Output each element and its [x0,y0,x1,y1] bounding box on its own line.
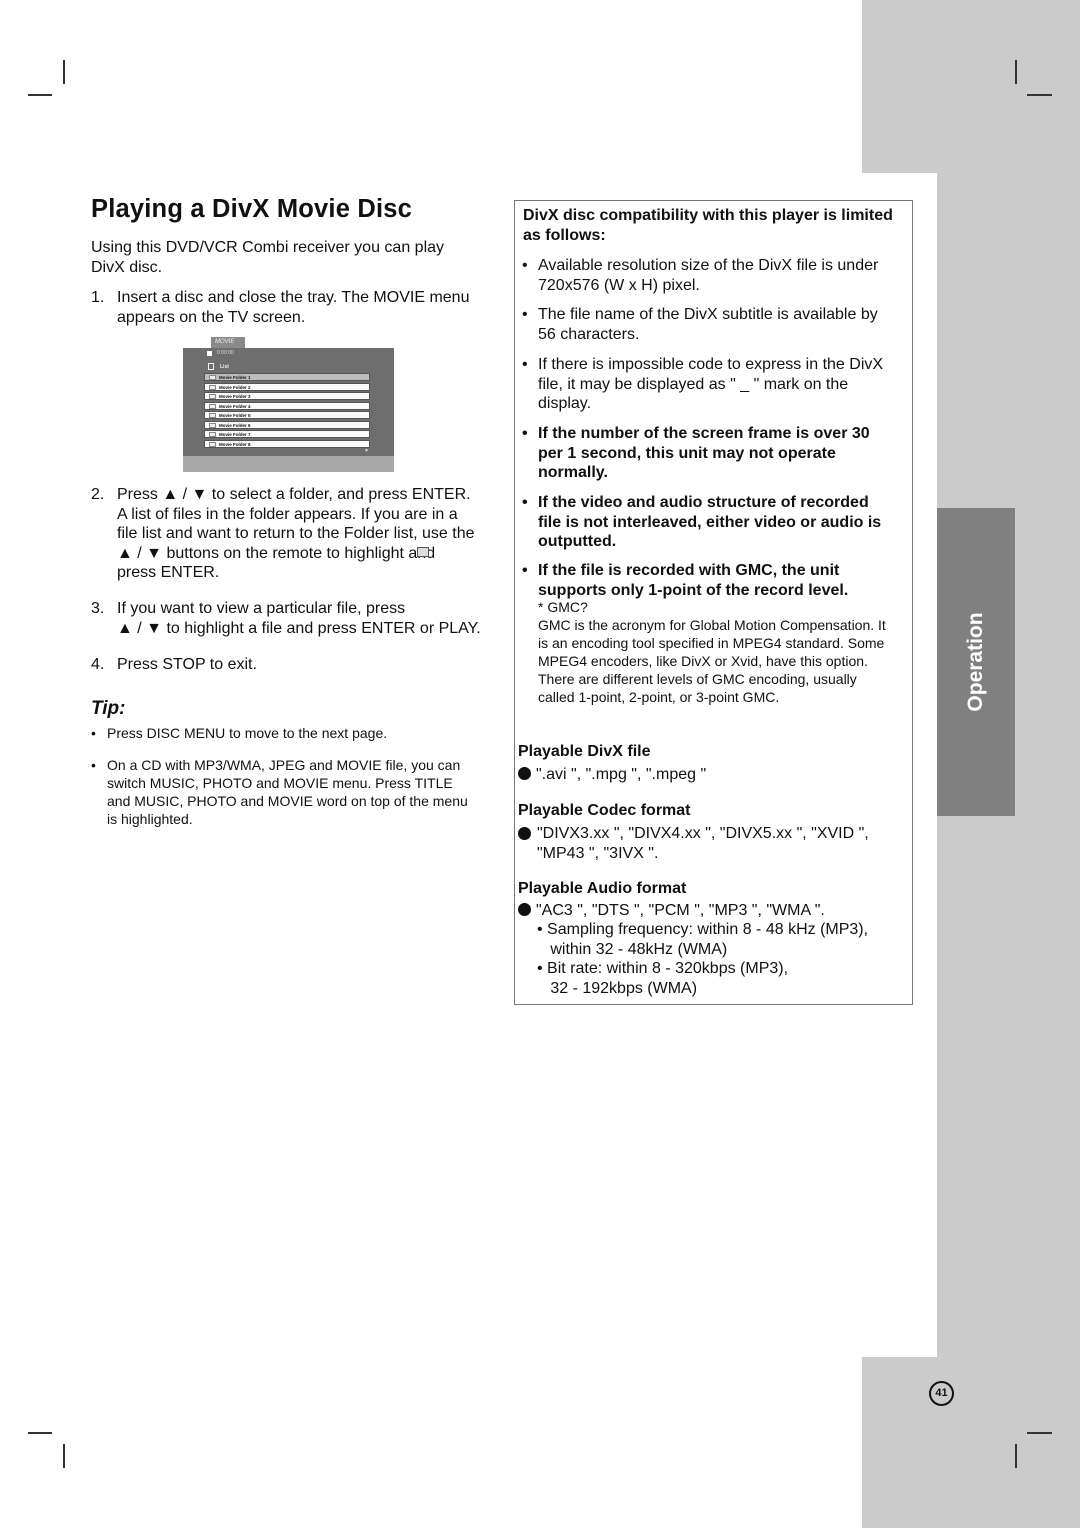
folder-icon [209,394,216,399]
bullet: • [522,356,528,373]
playable-file-heading: Playable DivX file [518,743,651,760]
section-tab-label: Operation [964,612,987,712]
codec-heading: Playable Codec format [518,802,691,819]
page-title: Playing a DivX Movie Disc [91,195,413,223]
step-text: If you want to view a particular file, p… [117,600,481,637]
crop-mark [1027,1432,1052,1434]
bullet: • [522,562,528,579]
step-text: Press STOP to exit. [117,656,257,673]
gmc-explanation: GMC is the acronym for Global Motion Com… [538,617,886,705]
compat-text: The file name of the DivX subtitle is av… [538,306,878,343]
bullet: • [91,757,96,773]
bullet-dot [518,903,531,916]
bullet-dot [518,827,531,840]
step-number: 1. [91,289,105,306]
bullet-dot [518,767,531,780]
folder-icon [209,384,216,390]
compat-text: If the number of the screen frame is ove… [538,425,870,481]
bullet: • [522,306,528,323]
compat-text: Available resolution size of the DivX fi… [538,257,879,294]
gmc-question: * GMC? [538,599,588,615]
menu-folder-item: Movie Folder 3 [204,392,370,400]
menu-folder-item: Movie Folder 6 [204,420,370,429]
folder-icon [209,413,216,418]
step-number: 3. [91,600,105,617]
compat-text: If the video and audio structure of reco… [538,494,882,550]
bullet: • [522,257,528,274]
compat-text: If the file is recorded with GMC, the un… [538,562,849,599]
step-1: 1. Insert a disc and close the tray. The… [91,288,501,347]
playable-file-list: ".avi ", ".mpg ", ".mpeg " [518,765,706,785]
stop-icon [207,351,212,356]
page-number: 41 [929,1381,954,1406]
step-text: Press ▲ / ▼ to select a folder, and pres… [117,486,475,581]
menu-folder-item: Movie Folder 7 [204,430,370,438]
audio-sampling: • Sampling frequency: within 8 - 48 kHz … [537,921,869,958]
scroll-down-icon: ▼ [364,448,369,454]
step-number: 4. [91,656,105,673]
crop-mark [28,1432,52,1434]
crop-mark [1015,60,1017,84]
crop-mark [1027,94,1052,96]
folder-icon [209,432,216,437]
step-text: Insert a disc and close the tray. The MO… [117,289,470,326]
menu-folder-item: Movie Folder 2 [204,382,370,391]
menu-folder-item: Movie Folder 4 [204,401,370,410]
up-folder-icon [417,547,429,557]
menu-footer [183,456,394,472]
audio-heading: Playable Audio format [518,880,687,897]
menu-list-label: List [220,364,229,370]
movie-menu-screenshot: MOVIE 0:00:00 List Movie Folder 1 Movie … [183,337,394,472]
crop-mark [28,94,52,96]
crop-mark [1015,1444,1017,1468]
menu-tab: MOVIE [211,337,245,348]
list-icon [208,363,214,370]
menu-time: 0:00:00 [217,350,234,356]
menu-folder-item: Movie Folder 1 [204,373,370,381]
section-tab: Operation [937,508,1015,816]
step-number: 2. [91,486,105,503]
crop-mark [63,60,65,84]
folder-icon [209,403,216,409]
folder-icon [209,422,216,428]
bullet: • [91,725,96,741]
crop-mark [63,1444,65,1468]
tip-heading: Tip: [91,698,126,719]
audio-list: "AC3 ", "DTS ", "PCM ", "MP3 ", "WMA ". [518,901,825,921]
tip-text: On a CD with MP3/WMA, JPEG and MOVIE fil… [107,757,468,827]
tip-text: Press DISC MENU to move to the next page… [107,725,388,741]
menu-folder-item: Movie Folder 8 [204,439,370,448]
compat-text: If there is impossible code to express i… [538,356,884,412]
compat-heading: DivX disc compatibility with this player… [523,207,893,244]
folder-icon [209,441,216,447]
audio-bitrate: • Bit rate: within 8 - 320kbps (MP3), 32… [537,960,789,997]
bullet: • [522,425,528,442]
folder-icon [209,375,216,380]
intro-text: Using this DVD/VCR Combi receiver you ca… [91,239,445,276]
bullet: • [522,494,528,511]
menu-folder-item: Movie Folder 5 [204,411,370,419]
